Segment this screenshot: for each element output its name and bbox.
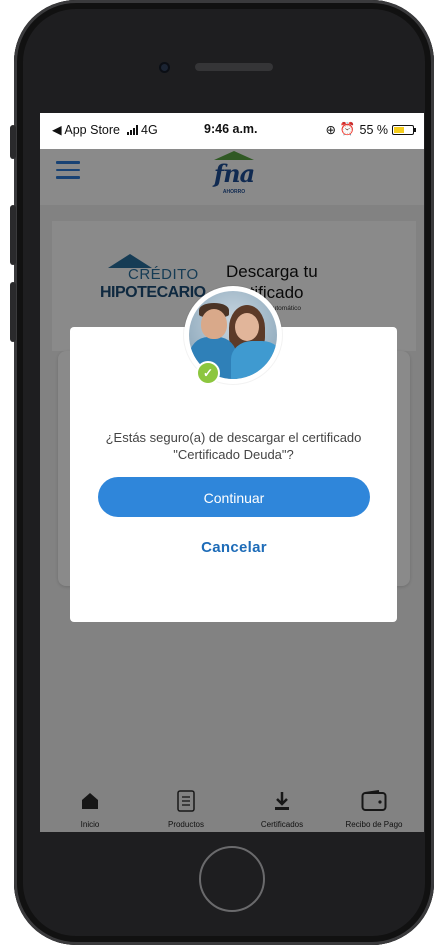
back-to-app-store[interactable]: ◀ App Store [52, 122, 120, 137]
signal-icon [127, 124, 138, 135]
volume-up-button [10, 205, 16, 265]
network-type: 4G [141, 122, 158, 137]
battery-icon [392, 124, 416, 135]
alarm-icon: ⏰ [339, 122, 356, 136]
avatar: ✓ [184, 286, 282, 385]
check-icon: ✓ [196, 361, 220, 385]
status-left: ◀ App Store 4G [52, 122, 158, 138]
confirm-question: ¿Estás seguro(a) de descargar el certifi… [105, 430, 362, 462]
cancel-button[interactable]: Cancelar [170, 539, 298, 556]
mute-switch [10, 125, 16, 159]
home-button[interactable] [199, 846, 265, 912]
orientation-lock-icon: ⊕ [325, 123, 336, 137]
status-right: ⊕ ⏰ 55 % [325, 122, 416, 137]
app-screen: ◀ App Store 4G 9:46 a.m. ⊕ ⏰ 55 % fna AH… [40, 113, 424, 832]
earpiece-speaker [195, 63, 273, 71]
status-time: 9:46 a.m. [204, 122, 258, 136]
status-bar: ◀ App Store 4G 9:46 a.m. ⊕ ⏰ 55 % [40, 113, 424, 149]
continue-button[interactable]: Continuar [98, 477, 370, 517]
volume-down-button [10, 282, 16, 342]
front-camera [159, 62, 170, 73]
battery-percent: 55 % [359, 122, 389, 137]
